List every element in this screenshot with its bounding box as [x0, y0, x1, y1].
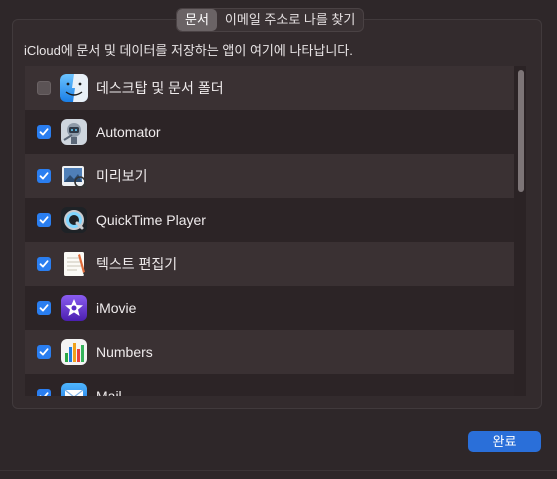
list-item: Numbers	[25, 330, 514, 374]
tab-find-me-by-email[interactable]: 이메일 주소로 나를 찾기	[217, 9, 363, 31]
list-item: 텍스트 편집기	[25, 242, 514, 286]
tab-segmented-control: 문서 이메일 주소로 나를 찾기	[176, 8, 365, 32]
app-label: 미리보기	[96, 168, 148, 184]
checkmark-icon	[39, 392, 49, 396]
tab-documents[interactable]: 문서	[177, 9, 217, 31]
list-item: Automator	[25, 110, 514, 154]
app-label: Mail	[96, 388, 122, 396]
app-label: iMovie	[96, 300, 137, 316]
checkmark-icon	[39, 216, 49, 224]
app-label: 데스크탑 및 문서 폴더	[96, 80, 224, 96]
list-item: 데스크탑 및 문서 폴더	[25, 66, 514, 110]
automator-icon	[60, 118, 88, 146]
checkbox[interactable]	[37, 213, 51, 227]
app-label: Automator	[96, 124, 161, 140]
imovie-icon	[60, 294, 88, 322]
apps-list: 데스크탑 및 문서 폴더 Automator 미리보기 QuickTime Pl…	[25, 66, 514, 396]
checkmark-icon	[39, 304, 49, 312]
preview-icon	[60, 162, 88, 190]
checkmark-icon	[39, 348, 49, 356]
checkbox[interactable]	[37, 81, 51, 95]
mail-icon	[60, 382, 88, 396]
list-item: iMovie	[25, 286, 514, 330]
checkbox[interactable]	[37, 169, 51, 183]
checkmark-icon	[39, 128, 49, 136]
checkmark-icon	[39, 260, 49, 268]
list-item: 미리보기	[25, 154, 514, 198]
description-text: iCloud에 문서 및 데이터를 저장하는 앱이 여기에 나타납니다.	[24, 43, 353, 58]
list-scrollbar[interactable]	[514, 66, 526, 396]
scrollbar-thumb[interactable]	[518, 70, 524, 192]
quicktime-icon	[60, 206, 88, 234]
checkbox[interactable]	[37, 345, 51, 359]
app-label: 텍스트 편집기	[96, 256, 178, 272]
checkmark-icon	[39, 172, 49, 180]
textedit-icon	[60, 250, 88, 278]
numbers-icon	[60, 338, 88, 366]
finder-icon	[60, 74, 88, 102]
done-button[interactable]: 완료	[468, 431, 541, 452]
checkbox[interactable]	[37, 389, 51, 396]
divider	[0, 470, 557, 471]
app-label: QuickTime Player	[96, 212, 206, 228]
icloud-apps-sheet: 문서 이메일 주소로 나를 찾기 iCloud에 문서 및 데이터를 저장하는 …	[0, 0, 557, 479]
checkbox[interactable]	[37, 257, 51, 271]
checkbox[interactable]	[37, 301, 51, 315]
list-item: QuickTime Player	[25, 198, 514, 242]
checkbox[interactable]	[37, 125, 51, 139]
app-label: Numbers	[96, 344, 153, 360]
list-item: Mail	[25, 374, 514, 396]
